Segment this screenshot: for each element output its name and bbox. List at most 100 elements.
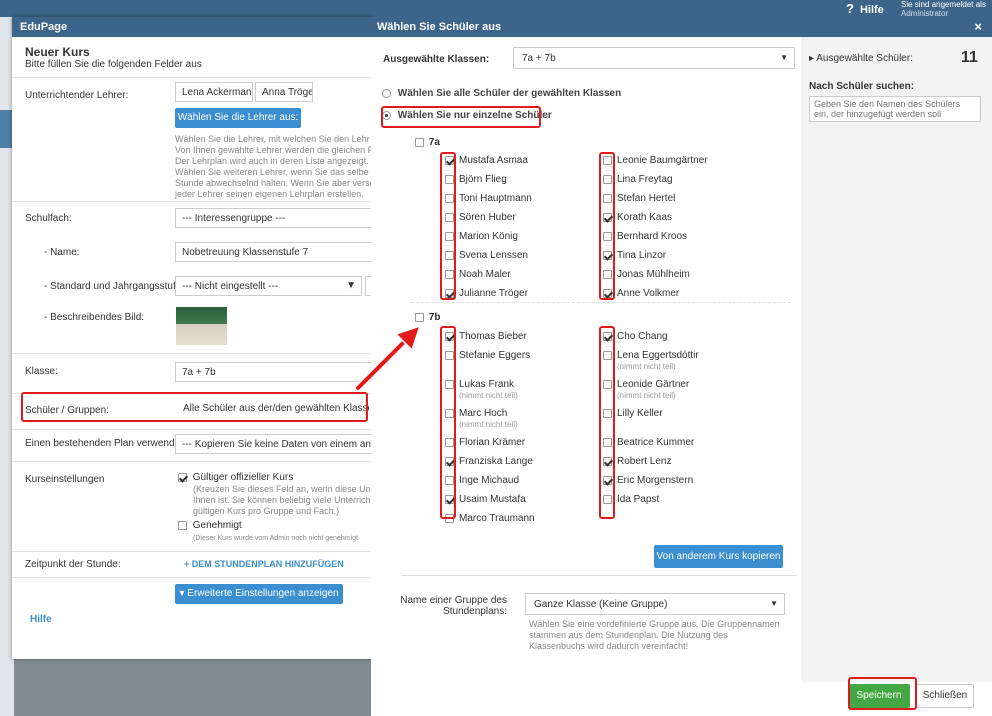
subject-label: Schulfach: <box>25 213 72 224</box>
student-name: Beatrice Kummer <box>617 437 695 448</box>
student-name: Ida Papst <box>617 494 660 505</box>
student-item[interactable]: Leonide Gärtner <box>603 379 689 390</box>
student-item[interactable]: Marco Traumann <box>445 513 535 524</box>
student-item[interactable]: Inge Michaud <box>445 475 519 486</box>
checkbox-icon[interactable] <box>178 472 187 482</box>
close-icon[interactable]: × <box>974 19 982 34</box>
help-link-bottom[interactable]: Hilfe <box>30 614 52 625</box>
page-title: Neuer Kurs <box>25 45 90 59</box>
student-name: Inge Michaud <box>459 475 520 486</box>
student-name: Lilly Keller <box>617 408 663 419</box>
student-item[interactable]: Usaim Mustafa <box>445 494 526 505</box>
highlight-column <box>440 152 456 300</box>
student-note: (nimmt nicht teil) <box>459 391 518 400</box>
standard-select[interactable]: --- Nicht eingestellt --- ▼ <box>175 276 362 296</box>
close-button[interactable]: Schließen <box>916 684 974 708</box>
name-label: - Name: <box>44 247 80 258</box>
student-name: Noah Maler <box>459 269 511 280</box>
radio-icon[interactable] <box>382 88 391 98</box>
student-item[interactable]: Stefanie Eggers <box>445 350 530 361</box>
dropdown-arrow-icon: ▼ <box>780 53 788 62</box>
student-name: Lukas Frank <box>459 379 515 390</box>
divider <box>401 575 797 576</box>
search-student-input[interactable] <box>809 96 981 122</box>
student-item[interactable]: Julianne Tröger <box>445 288 528 299</box>
class-input[interactable]: 7a + 7b <box>175 362 374 382</box>
student-name: Marc Hoch <box>459 408 508 419</box>
divider <box>411 302 791 303</box>
top-bar: ? Hilfe Sie sind angemeldet als Administra… <box>0 0 992 18</box>
student-name: Marion König <box>459 231 518 242</box>
highlight-column <box>599 326 615 519</box>
student-name: Björn Flieg <box>459 174 507 185</box>
copy-from-course-button[interactable]: Von anderem Kurs kopieren <box>654 545 783 568</box>
student-note: (nimmt nicht teil) <box>459 420 518 429</box>
group-help: Wählen Sie eine vordefinierte Gruppe aus… <box>529 619 780 651</box>
student-item[interactable]: Franziska Lange <box>445 456 533 467</box>
students-7a-right: Leonie Baumgärtner Lina Freytag Stefan Her… <box>603 155 793 315</box>
student-name: Julianne Tröger <box>459 288 528 299</box>
subject-select[interactable]: --- Interessengruppe --- <box>175 208 374 228</box>
pointer-arrow-icon <box>354 324 422 392</box>
student-item[interactable]: Florian Krämer <box>445 437 525 448</box>
teacher-chip[interactable]: Anna Tröger <box>255 82 313 102</box>
student-name: Leonie Baumgärtner <box>617 155 708 166</box>
add-timetable-link[interactable]: + DEM STUNDENPLAN HINZUFÜGEN <box>184 559 344 569</box>
student-name: Lena Eggertsdóttir <box>617 350 699 361</box>
radio-all-students[interactable]: Wählen Sie alle Schüler der gewählten Kl… <box>382 88 621 99</box>
teacher-chip[interactable]: Lena Ackermann <box>175 82 253 102</box>
highlight-column <box>599 152 615 300</box>
choose-teacher-button[interactable]: Wählen Sie die Lehrer aus: <box>175 108 301 128</box>
student-item[interactable]: Jonas Mühlheim <box>603 269 690 280</box>
class-label: Klasse: <box>25 366 58 377</box>
new-course-dialog: EduPage Neuer Kurs Bitte füllen Sie die … <box>12 17 374 659</box>
student-item[interactable]: Mustafa Asmaa <box>445 155 528 166</box>
student-item[interactable]: Beatrice Kummer <box>603 437 694 448</box>
checkbox-icon[interactable] <box>178 520 187 530</box>
highlight-individual-radio <box>381 106 541 128</box>
student-item[interactable]: Thomas Bieber <box>445 331 527 342</box>
student-name: Korath Kaas <box>617 212 673 223</box>
student-name: Thomas Bieber <box>459 331 527 342</box>
time-label: Zeitpunkt der Stunde: <box>25 559 121 570</box>
plan-select[interactable]: --- Kopieren Sie keine Daten von einem a… <box>175 434 374 454</box>
settings-label: Kurseinstellungen <box>25 474 105 485</box>
students-7b-left: Thomas Bieber Stefanie Eggers Lukas Frank(… <box>445 331 605 531</box>
course-image[interactable] <box>176 307 227 345</box>
student-item[interactable]: Eric Morgenstern <box>603 475 693 486</box>
official-help: (Kreuzen Sie dieses Feld an, wenn diese … <box>193 484 371 516</box>
classes-label: Ausgewählte Klassen: <box>383 54 490 65</box>
teacher-help: Wählen Sie die Lehrer, mit welchen Sie d… <box>175 134 375 199</box>
standard-label: - Standard und Jahrgangsstufe: <box>44 281 185 292</box>
selected-count: 11 <box>961 49 978 66</box>
group-select[interactable]: Ganze Klasse (Keine Gruppe) ▼ <box>525 593 785 615</box>
student-item[interactable]: Toni Hauptmann <box>445 193 532 204</box>
class-7a-toggle[interactable]: 7a <box>415 137 440 148</box>
page-subtitle: Bitte füllen Sie die folgenden Felder au… <box>25 59 202 70</box>
time-row: Zeitpunkt der Stunde: + DEM STUNDENPLAN … <box>12 551 374 577</box>
official-checkbox[interactable]: Gültiger offizieller Kurs <box>178 472 293 483</box>
approved-checkbox[interactable]: Genehmigt <box>178 520 242 531</box>
student-item[interactable]: Lena Eggertsdóttir <box>603 350 699 361</box>
group-label: Name einer Gruppe des Stundenplans: <box>400 595 507 617</box>
settings-row: Kurseinstellungen Gültiger offizieller K… <box>12 461 374 549</box>
student-name: Bernhard Kroos <box>617 231 688 242</box>
help-link[interactable]: ? Hilfe <box>846 1 884 16</box>
student-name: Franziska Lange <box>459 456 533 467</box>
student-item[interactable]: Svena Lenssen <box>445 250 528 261</box>
name-input[interactable]: Nobetreuung Klassenstufe 7 <box>175 242 374 262</box>
student-name: Mustafa Asmaa <box>459 155 528 166</box>
selected-label[interactable]: ▸ Ausgewählte Schüler: <box>809 53 913 64</box>
students-7a-left: Mustafa Asmaa Björn Flieg Toni Hauptmann Sö… <box>445 155 595 315</box>
student-name: Toni Hauptmann <box>459 193 532 204</box>
advanced-settings-button[interactable]: ▾ Erweiterte Einstellungen anzeigen <box>175 584 343 604</box>
classes-select[interactable]: 7a + 7b ▼ <box>513 47 795 69</box>
student-note: (nimmt nicht teil) <box>617 391 676 400</box>
student-name: Stefan Hertel <box>617 193 676 204</box>
student-item[interactable]: Leonie Baumgärtner <box>603 155 708 166</box>
selected-students-pane: ▸ Ausgewählte Schüler: 11 Nach Schüler s… <box>801 37 992 682</box>
highlight-column <box>440 326 456 519</box>
checkbox-icon[interactable] <box>415 137 424 147</box>
student-item[interactable]: Bernhard Kroos <box>603 231 687 242</box>
class-row: Klasse: 7a + 7b <box>12 353 374 393</box>
